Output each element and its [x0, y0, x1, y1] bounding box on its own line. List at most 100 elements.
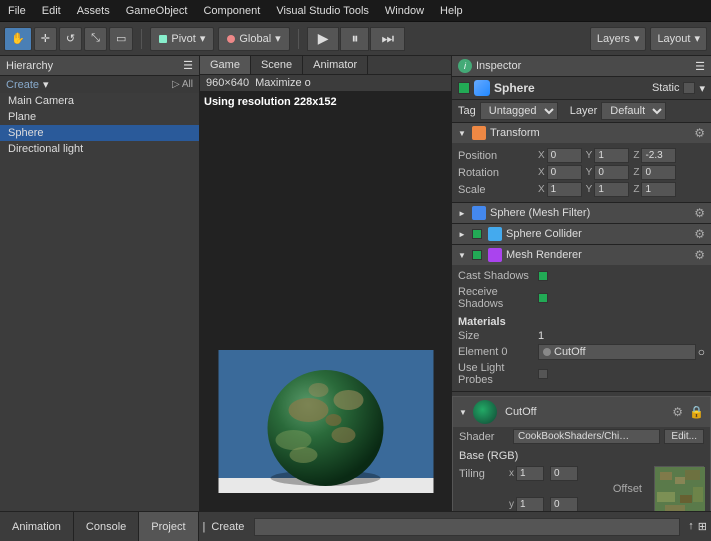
menu-window[interactable]: Window [377, 3, 432, 19]
cast-shadows-checkbox[interactable] [538, 271, 548, 281]
tab-console[interactable]: Console [74, 512, 139, 541]
cutoff-header[interactable]: CutOff ⚙ 🔒 [453, 397, 710, 427]
pos-y-input[interactable] [594, 148, 629, 163]
pivot-button[interactable]: Pivot ▾ [150, 27, 214, 51]
menu-component[interactable]: Component [195, 3, 268, 19]
hierarchy-create-btn[interactable]: Create [6, 79, 39, 91]
global-button[interactable]: Global ▾ [218, 27, 289, 51]
element0-circle[interactable]: ○ [698, 345, 705, 359]
play-button[interactable]: ▶ [307, 27, 340, 51]
menu-vs-tools[interactable]: Visual Studio Tools [268, 3, 377, 19]
cutoff-lock-icon[interactable]: 🔒 [689, 405, 704, 419]
hierarchy-menu-icon[interactable]: ☰ [183, 59, 193, 72]
bottom-icons: ↑ ⊞ [684, 520, 711, 533]
menu-help[interactable]: Help [432, 3, 471, 19]
offset-x-input[interactable] [550, 466, 578, 481]
layer-dropdown[interactable]: Default [601, 102, 666, 120]
rotate-tool[interactable]: ↺ [59, 27, 82, 51]
scale-tool[interactable]: ⤡ [84, 27, 107, 51]
tiling-y-input[interactable] [516, 497, 544, 511]
tag-layer-row: Tag Untagged Layer Default [452, 100, 711, 123]
menu-gameobject[interactable]: GameObject [118, 3, 196, 19]
hier-item-plane[interactable]: Plane [0, 109, 199, 125]
tab-animator[interactable]: Animator [303, 56, 368, 74]
transform-section: Transform ⚙ Position X Y Z Rotation X [452, 123, 711, 203]
receive-shadows-checkbox[interactable] [538, 293, 548, 303]
sphere-collider-checkbox[interactable] [472, 229, 482, 239]
sphere-collider-header[interactable]: Sphere Collider ⚙ [452, 224, 711, 244]
tab-project[interactable]: Project [139, 512, 198, 541]
tab-game[interactable]: Game [200, 56, 251, 74]
inspector-menu-icon[interactable]: ☰ [695, 60, 705, 73]
hier-item-directional-light[interactable]: Directional light [0, 141, 199, 157]
static-arrow[interactable]: ▾ [699, 82, 705, 95]
mesh-renderer-header[interactable]: Mesh Renderer ⚙ [452, 245, 711, 265]
bottom-icon-2[interactable]: ⊞ [698, 520, 707, 533]
scl-z-input[interactable] [641, 182, 676, 197]
materials-label: Materials [458, 316, 506, 328]
shader-value[interactable]: CookBookShaders/Chi… [513, 429, 660, 444]
tag-label: Tag [458, 105, 476, 117]
mesh-filter-gear[interactable]: ⚙ [694, 206, 705, 220]
mesh-renderer-checkbox[interactable] [472, 250, 482, 260]
tiling-offset-col: Tiling x [459, 466, 646, 511]
hier-item-main-camera[interactable]: Main Camera [0, 93, 199, 109]
sphere-3d [218, 350, 433, 496]
hand-tool[interactable]: ✋ [4, 27, 32, 51]
use-light-probes-row: Use Light Probes [458, 361, 705, 387]
mesh-renderer-gear[interactable]: ⚙ [694, 248, 705, 262]
tab-scene[interactable]: Scene [251, 56, 303, 74]
element0-value[interactable]: CutOff [538, 344, 696, 360]
use-light-probes-checkbox[interactable] [538, 369, 548, 379]
layer-label: Layer [570, 105, 598, 117]
rot-y-input[interactable] [594, 165, 629, 180]
rotation-values: X Y Z [538, 165, 705, 180]
obj-icon [474, 80, 490, 96]
layers-dropdown[interactable]: Layers ▾ [590, 27, 647, 51]
view-content[interactable]: Using resolution 228x152 [200, 92, 451, 511]
scl-x-input[interactable] [547, 182, 582, 197]
tiling-y-axis: y [509, 499, 514, 510]
maximize-label[interactable]: Maximize o [255, 77, 311, 89]
tab-animation[interactable]: Animation [0, 512, 74, 541]
offset-y-input[interactable] [550, 497, 578, 511]
scl-y-input[interactable] [594, 182, 629, 197]
menu-file[interactable]: File [0, 3, 34, 19]
menu-assets[interactable]: Assets [69, 3, 118, 19]
hier-item-sphere[interactable]: Sphere [0, 125, 199, 141]
pos-z-input[interactable] [641, 148, 676, 163]
obj-active-checkbox[interactable] [458, 82, 470, 94]
static-checkbox[interactable] [683, 82, 695, 94]
sphere-collider-gear[interactable]: ⚙ [694, 227, 705, 241]
use-light-probes-label: Use Light Probes [458, 362, 538, 386]
move-tool[interactable]: ✛ [34, 27, 57, 51]
menu-edit[interactable]: Edit [34, 3, 69, 19]
transform-gear[interactable]: ⚙ [694, 126, 705, 140]
hierarchy-search[interactable]: ▷ All [172, 79, 193, 90]
step-button[interactable]: ⏭ [370, 27, 405, 51]
shader-edit-btn[interactable]: Edit... [664, 429, 704, 444]
rect-tool[interactable]: ▭ [109, 27, 133, 51]
inspector-header: i Inspector ☰ [452, 56, 711, 77]
base-rgb-label: Base (RGB) [459, 450, 704, 462]
mesh-filter-header[interactable]: Sphere (Mesh Filter) ⚙ [452, 203, 711, 223]
transform-header[interactable]: Transform ⚙ [452, 123, 711, 143]
tiling-row: Tiling x [459, 466, 646, 481]
rot-z-input[interactable] [641, 165, 676, 180]
rot-x-input[interactable] [547, 165, 582, 180]
bottom-icon-1[interactable]: ↑ [688, 520, 694, 533]
obj-name[interactable]: Sphere [494, 81, 648, 95]
bottom-search-input[interactable] [254, 518, 680, 536]
layout-dropdown[interactable]: Layout ▾ [650, 27, 707, 51]
resolution-label[interactable]: 960×640 [206, 77, 249, 89]
tiling-x-input[interactable] [516, 466, 544, 481]
pause-button[interactable]: ⏸ [340, 27, 369, 51]
bottom-create-btn[interactable]: Create [205, 519, 250, 535]
cutoff-gear[interactable]: ⚙ [672, 405, 683, 419]
pos-x-input[interactable] [547, 148, 582, 163]
tag-dropdown[interactable]: Untagged [480, 102, 558, 120]
texture-thumbnail[interactable] [654, 466, 704, 511]
pos-z: Z [633, 148, 676, 163]
pivot-icon [159, 35, 167, 43]
tiling-vals: x [509, 466, 578, 481]
